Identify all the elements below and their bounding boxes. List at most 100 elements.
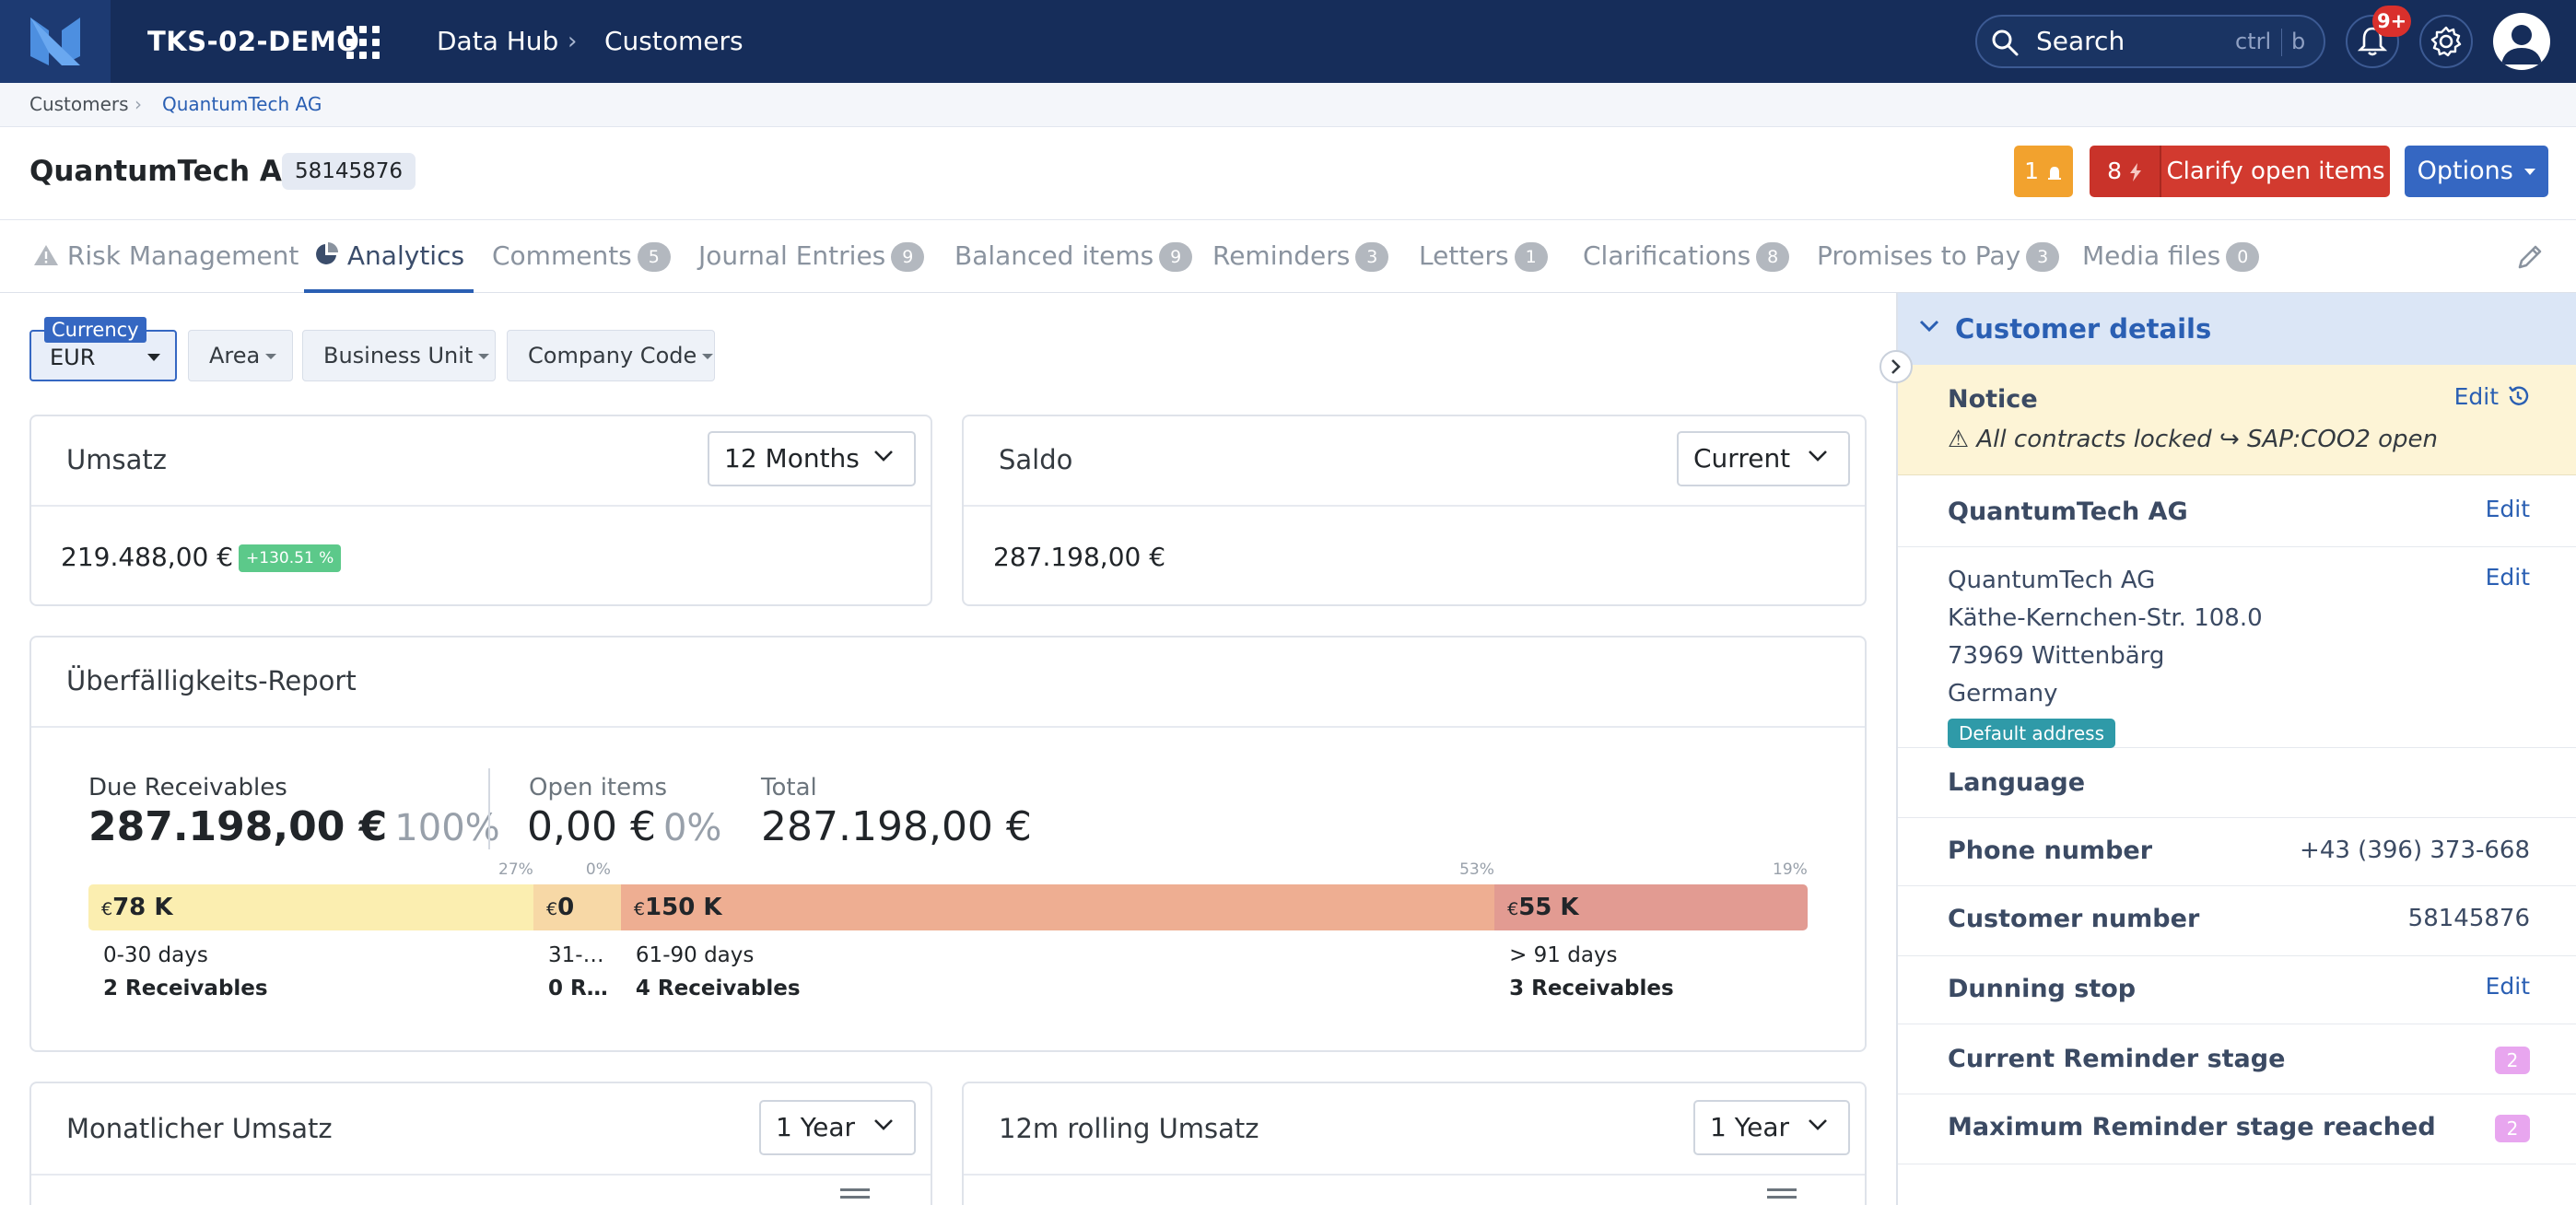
tab-reminders[interactable]: Reminders 3 (1212, 220, 1389, 292)
tab-count-badge: 8 (1756, 242, 1790, 272)
tab-label: Letters (1419, 240, 1509, 271)
tab-label: Promises to Pay (1817, 240, 2021, 271)
card-title: Saldo (999, 444, 1073, 475)
saldo-period-select[interactable]: Current (1677, 431, 1850, 486)
tab-count-badge: 3 (1355, 242, 1389, 272)
alerts-button[interactable]: 1 (2014, 146, 2073, 197)
rolling-period-select[interactable]: 1 Year (1693, 1100, 1850, 1155)
company-code-filter[interactable]: Company Code (507, 330, 715, 381)
chart-menu-icon[interactable] (840, 1188, 870, 1205)
bucket-amount-value: 55 K (1518, 894, 1579, 921)
chevron-down-icon (1809, 1119, 1827, 1130)
notice-edit-link[interactable]: Edit (2454, 383, 2530, 410)
dunning-stop-row: Dunning stop Edit (1898, 956, 2576, 1024)
open-items-value: 0,00 €0% (527, 803, 721, 850)
address-line: Germany (1948, 680, 2058, 708)
clarify-count-button[interactable]: 8 (2090, 146, 2161, 197)
breadcrumb-current[interactable]: QuantumTech AG (162, 83, 322, 125)
edit-address-link[interactable]: Edit (2486, 564, 2530, 591)
tab-label: Reminders (1212, 240, 1351, 271)
panel-toggle-button[interactable] (1879, 350, 1913, 383)
tab-clarifications[interactable]: Clarifications 8 (1583, 220, 1790, 292)
dunning-stop-label: Dunning stop (1948, 975, 2137, 1003)
breadcrumb-customers[interactable]: Customers (29, 83, 129, 125)
customer-number-value: 58145876 (2407, 905, 2530, 932)
panel-header[interactable]: Customer details (1898, 293, 2576, 365)
total-value: 287.198,00 € (761, 803, 1032, 850)
umsatz-amount: 219.488,00 € (61, 542, 234, 572)
clarify-open-items-button[interactable]: Clarify open items (2161, 146, 2390, 197)
tab-risk-management[interactable]: Risk Management (33, 220, 299, 292)
options-label: Options (2417, 157, 2513, 185)
tab-balanced-items[interactable]: Balanced items 9 (954, 220, 1193, 292)
edit-dunning-link[interactable]: Edit (2486, 973, 2530, 1000)
app-logo[interactable] (0, 0, 111, 83)
currency-symbol: € (546, 899, 558, 919)
area-filter[interactable]: Area (188, 330, 293, 381)
tab-count-badge: 0 (2226, 242, 2260, 272)
due-percent: 100% (394, 807, 500, 849)
currency-select[interactable]: Currency EUR (29, 317, 177, 381)
card-header: 12m rolling Umsatz 1 Year (964, 1083, 1865, 1176)
bucket-days: 31-… (548, 943, 604, 967)
address-line: Käthe-Kernchen-Str. 108.0 (1948, 604, 2263, 632)
monthly-period-select[interactable]: 1 Year (759, 1100, 916, 1155)
monthly-umsatz-card: Monatlicher Umsatz 1 Year (29, 1082, 932, 1205)
bucket-amount: €78 K (101, 884, 172, 930)
reminder-stage-label: Current Reminder stage (1948, 1045, 2286, 1073)
aging-bucket-0[interactable]: €78 K (88, 884, 534, 930)
edit-tabs-button[interactable] (2515, 242, 2545, 275)
nav-data-hub[interactable]: Data Hub (437, 0, 558, 83)
tab-count-badge: 1 (1514, 242, 1548, 272)
tab-label: Balanced items (954, 240, 1154, 271)
aging-bucket-1[interactable]: €0 (533, 884, 621, 930)
nav-customers[interactable]: Customers (604, 0, 744, 83)
user-avatar[interactable] (2493, 13, 2550, 70)
due-receivables-value: 287.198,00 €100% (88, 803, 500, 850)
pencil-icon (2518, 245, 2542, 269)
card-title: 12m rolling Umsatz (999, 1113, 1259, 1144)
umsatz-card: Umsatz 12 Months 219.488,00 € +130.51 % (29, 415, 932, 606)
notice-text: ⚠ All contracts locked ↪ SAP:COO2 open (1948, 426, 2439, 453)
tab-media-files[interactable]: Media files 0 (2082, 220, 2260, 292)
currency-symbol: € (101, 899, 113, 919)
settings-button[interactable] (2419, 15, 2473, 68)
customer-details-panel: Customer details Notice Edit ⚠ All contr… (1896, 293, 2576, 1205)
address-line: 73969 Wittenbärg (1948, 642, 2165, 670)
tab-letters[interactable]: Letters 1 (1419, 220, 1548, 292)
tab-promises-to-pay[interactable]: Promises to Pay 3 (1817, 220, 2060, 292)
company-name: QuantumTech AG (1948, 497, 2188, 526)
edit-name-link[interactable]: Edit (2486, 496, 2530, 522)
history-icon (2509, 386, 2529, 405)
business-unit-filter[interactable]: Business Unit (302, 330, 496, 381)
aging-bucket-2[interactable]: €150 K (620, 884, 1495, 930)
chart-menu-icon[interactable] (1767, 1188, 1797, 1205)
bucket-percent: 19% (1773, 860, 1808, 879)
open-percent: 0% (662, 807, 722, 849)
bucket-percent: 27% (498, 860, 533, 879)
tab-label: Analytics (346, 240, 465, 271)
aging-bucket-3[interactable]: €55 K (1494, 884, 1808, 930)
default-address-badge: Default address (1948, 719, 2116, 748)
customer-number-row: Customer number 58145876 (1898, 886, 2576, 956)
system-name[interactable]: TKS-02-DEMO (147, 0, 359, 83)
bucket-amount: €150 K (634, 884, 722, 930)
max-reminder-label: Maximum Reminder stage reached (1948, 1113, 2436, 1141)
apps-grid-icon[interactable] (346, 26, 380, 59)
tab-analytics[interactable]: Analytics (303, 220, 474, 293)
chevron-down-icon (874, 1119, 893, 1130)
filter-label: Company Code (528, 343, 697, 369)
currency-symbol: € (1507, 899, 1519, 919)
global-search[interactable]: Search ctrl b (1975, 15, 2325, 68)
tab-journal-entries[interactable]: Journal Entries 9 (698, 220, 925, 292)
tab-label: Journal Entries (698, 240, 886, 271)
select-value: Current (1693, 443, 1791, 474)
bucket-amount: €0 (546, 884, 574, 930)
customer-id-badge: 58145876 (282, 153, 416, 190)
rolling-umsatz-card: 12m rolling Umsatz 1 Year (962, 1082, 1867, 1205)
gear-icon (2430, 26, 2462, 57)
options-button[interactable]: Options (2405, 146, 2548, 197)
divider (488, 768, 490, 849)
tab-comments[interactable]: Comments 5 (492, 220, 671, 292)
umsatz-period-select[interactable]: 12 Months (708, 431, 916, 486)
